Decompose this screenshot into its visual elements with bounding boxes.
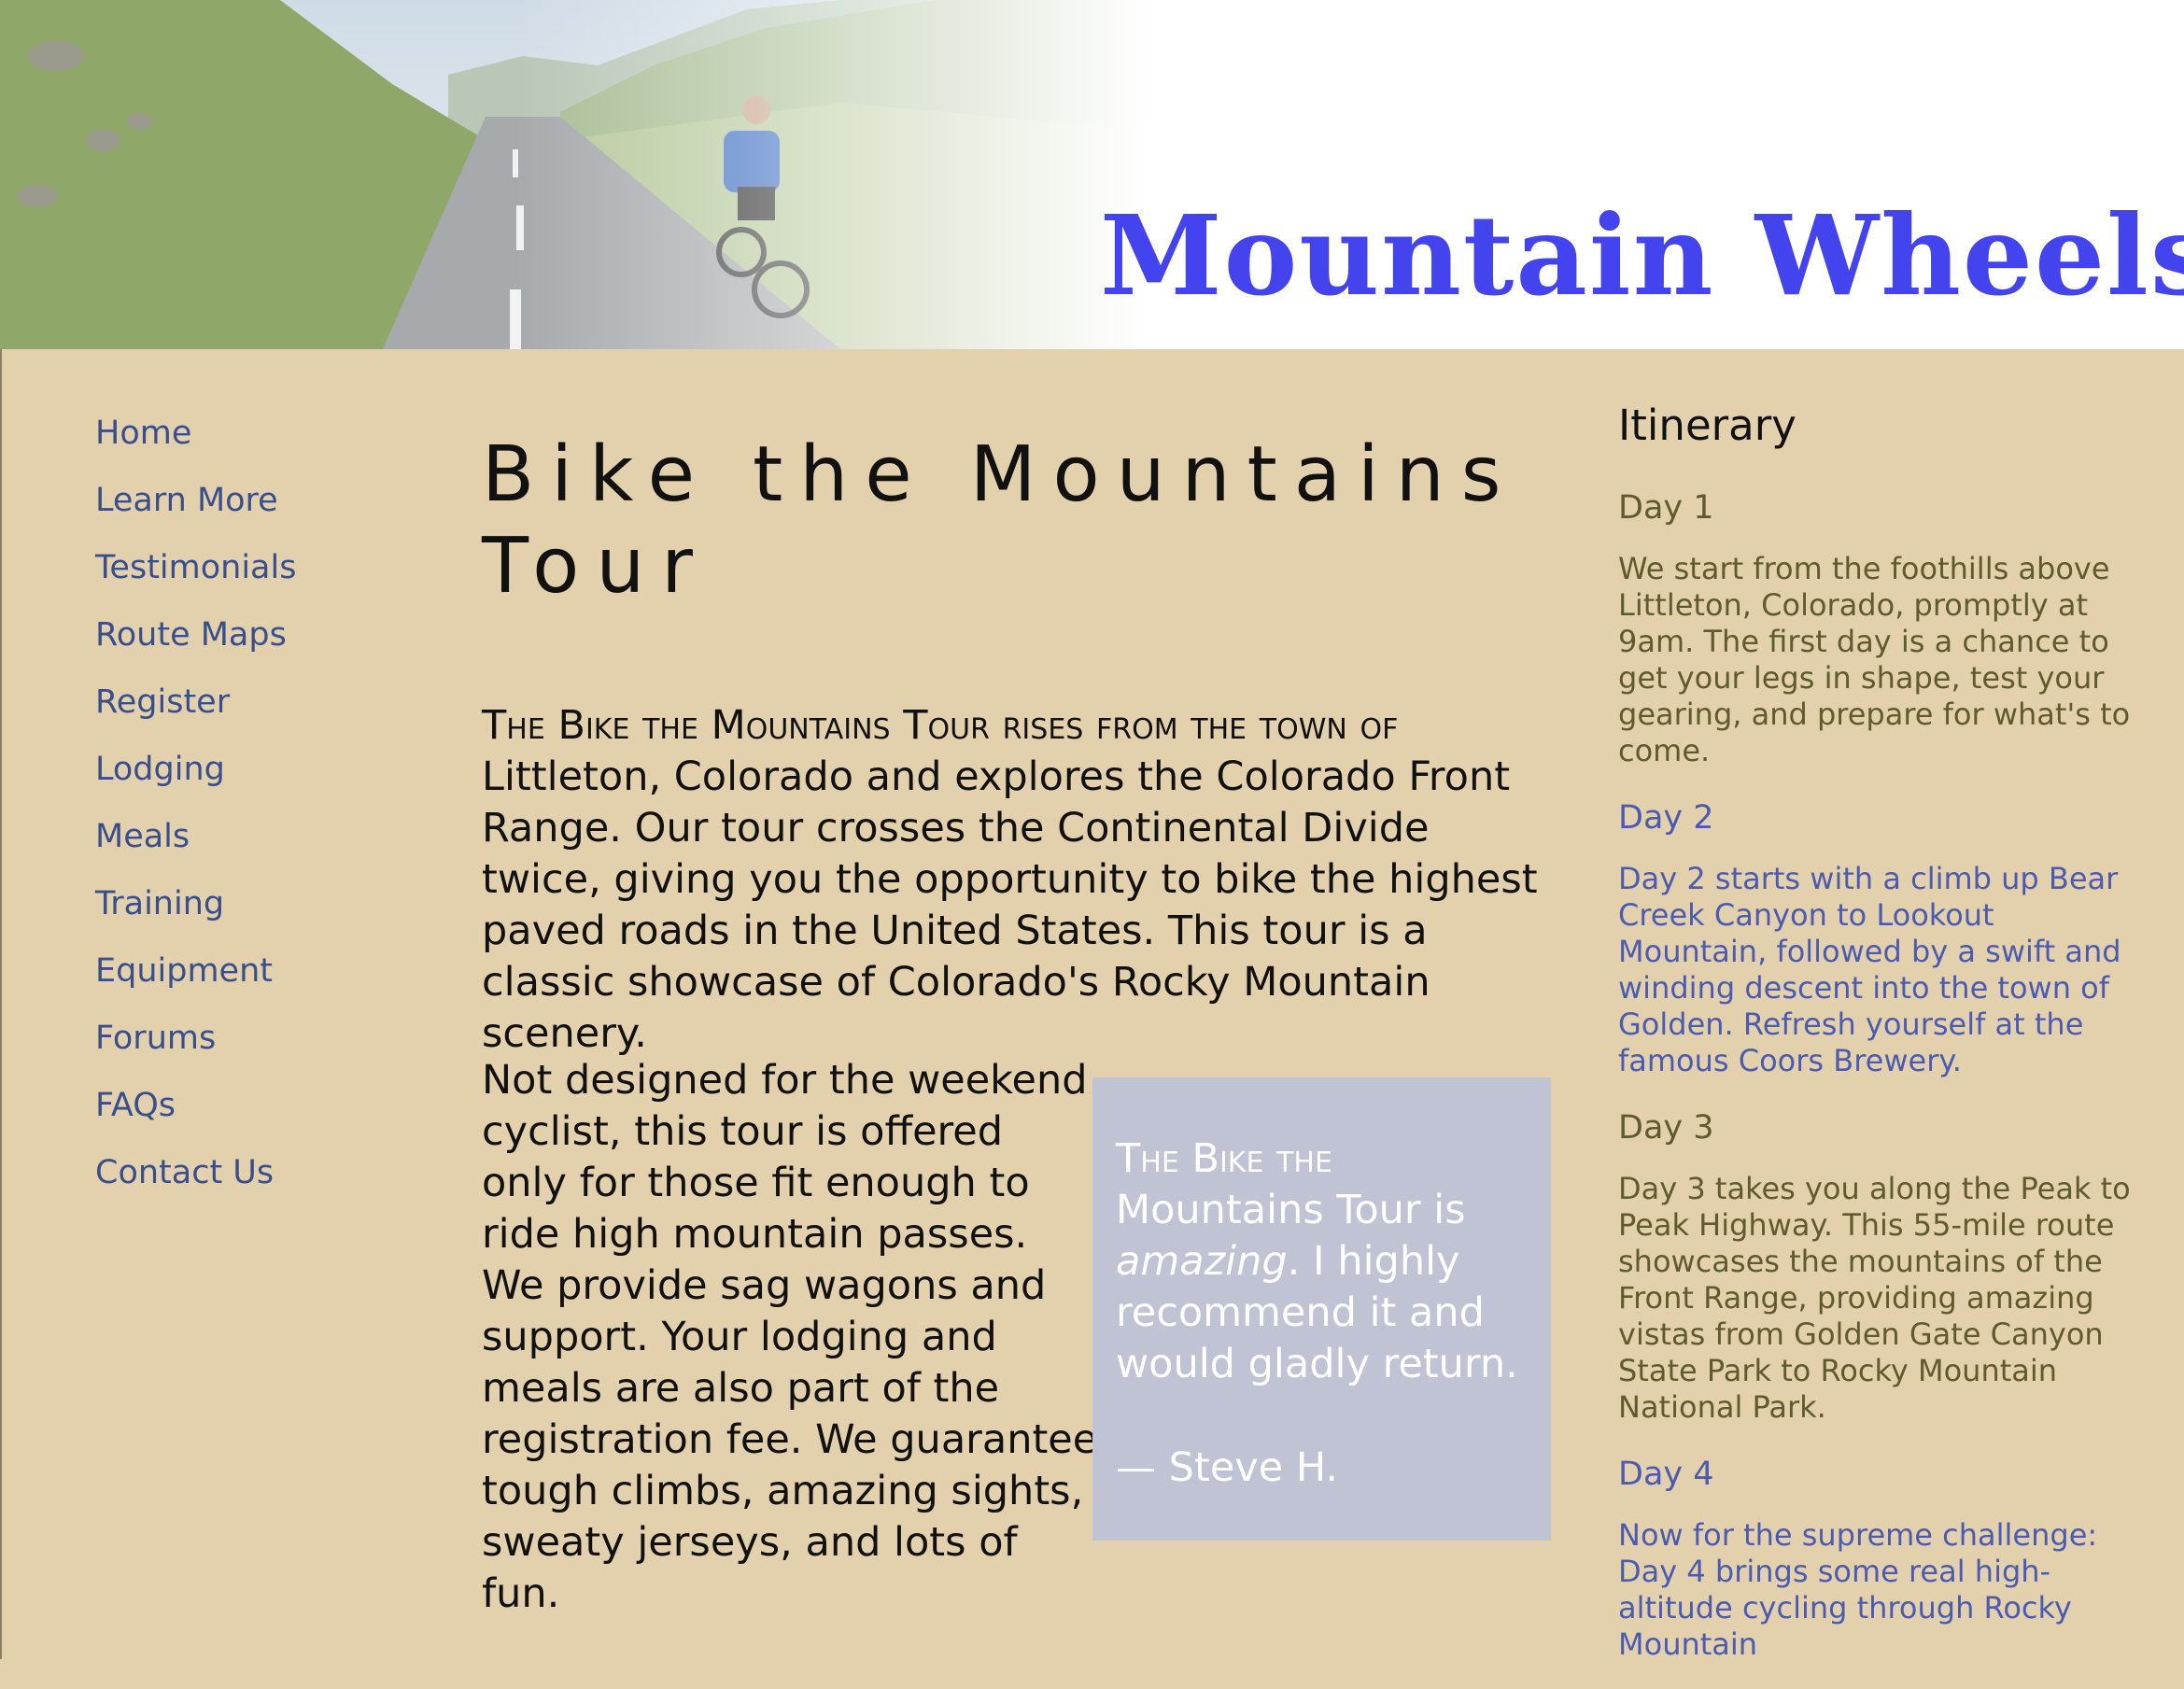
itinerary-title: Itinerary	[1618, 401, 1797, 450]
nav-link-route-maps[interactable]: Route Maps	[95, 601, 296, 669]
day-text: Day 2 starts with a climb up Bear Creek …	[1618, 861, 2121, 1078]
nav-link-home[interactable]: Home	[95, 400, 296, 467]
quote-author: — Steve H.	[1116, 1444, 1339, 1491]
day-title: Day 4	[1618, 1456, 1714, 1493]
nav-link-learn-more[interactable]: Learn More	[95, 467, 296, 534]
day-text: We start from the foothills above Little…	[1618, 551, 2131, 768]
testimonial-pull-quote: The Bike the Mountains Tour is amazing. I …	[1092, 1077, 1551, 1541]
nav-link-contact-us[interactable]: Contact Us	[95, 1139, 296, 1206]
quote-emphasis: amazing	[1116, 1238, 1288, 1285]
site-title: Mountain Wheels	[1100, 190, 2184, 320]
nav-link-training[interactable]: Training	[95, 870, 296, 937]
itinerary-sidebar: Itinerary Day 1 We start from the foothi…	[1618, 392, 2150, 1689]
day-title: Day 1	[1618, 489, 1714, 527]
nav-link-faqs[interactable]: FAQs	[95, 1072, 296, 1139]
site-banner: Mountain Wheels	[0, 0, 2184, 349]
page-left-border	[0, 349, 2, 1659]
page-title: Bike the Mountains Tour	[482, 430, 1518, 612]
day-title: Day 2	[1618, 799, 1714, 837]
nav-link-forums[interactable]: Forums	[95, 1005, 296, 1072]
intro-lead-small-caps: The Bike the Mountains Tour rises from t…	[482, 702, 1399, 749]
quote-lead: The Bike the	[1116, 1135, 1332, 1182]
main-nav: Home Learn More Testimonials Route Maps …	[95, 400, 296, 1206]
quote-text: The Bike the Mountains Tour is amazing. I …	[1116, 1133, 1529, 1390]
nav-link-meals[interactable]: Meals	[95, 803, 296, 870]
intro-text: Littleton, Colorado and explores the Col…	[482, 753, 1538, 1057]
day-text: Day 3 takes you along the Peak to Peak H…	[1618, 1171, 2131, 1425]
day-title: Day 3	[1618, 1109, 1714, 1147]
nav-link-lodging[interactable]: Lodging	[95, 736, 296, 803]
intro-paragraph: The Bike the Mountains Tour rises from t…	[482, 700, 1556, 1060]
nav-link-register[interactable]: Register	[95, 669, 296, 736]
day-text: Now for the supreme challenge: Day 4 bri…	[1618, 1517, 2098, 1662]
cyclist-mountain-road-photo	[0, 0, 1148, 349]
nav-link-testimonials[interactable]: Testimonials	[95, 534, 296, 601]
nav-link-equipment[interactable]: Equipment	[95, 937, 296, 1005]
quote-text-before: Mountains Tour is	[1116, 1187, 1466, 1233]
main-content: Bike the Mountains Tour	[482, 429, 1556, 613]
details-paragraph: Not designed for the weekend cyclist, th…	[482, 1057, 1098, 1617]
